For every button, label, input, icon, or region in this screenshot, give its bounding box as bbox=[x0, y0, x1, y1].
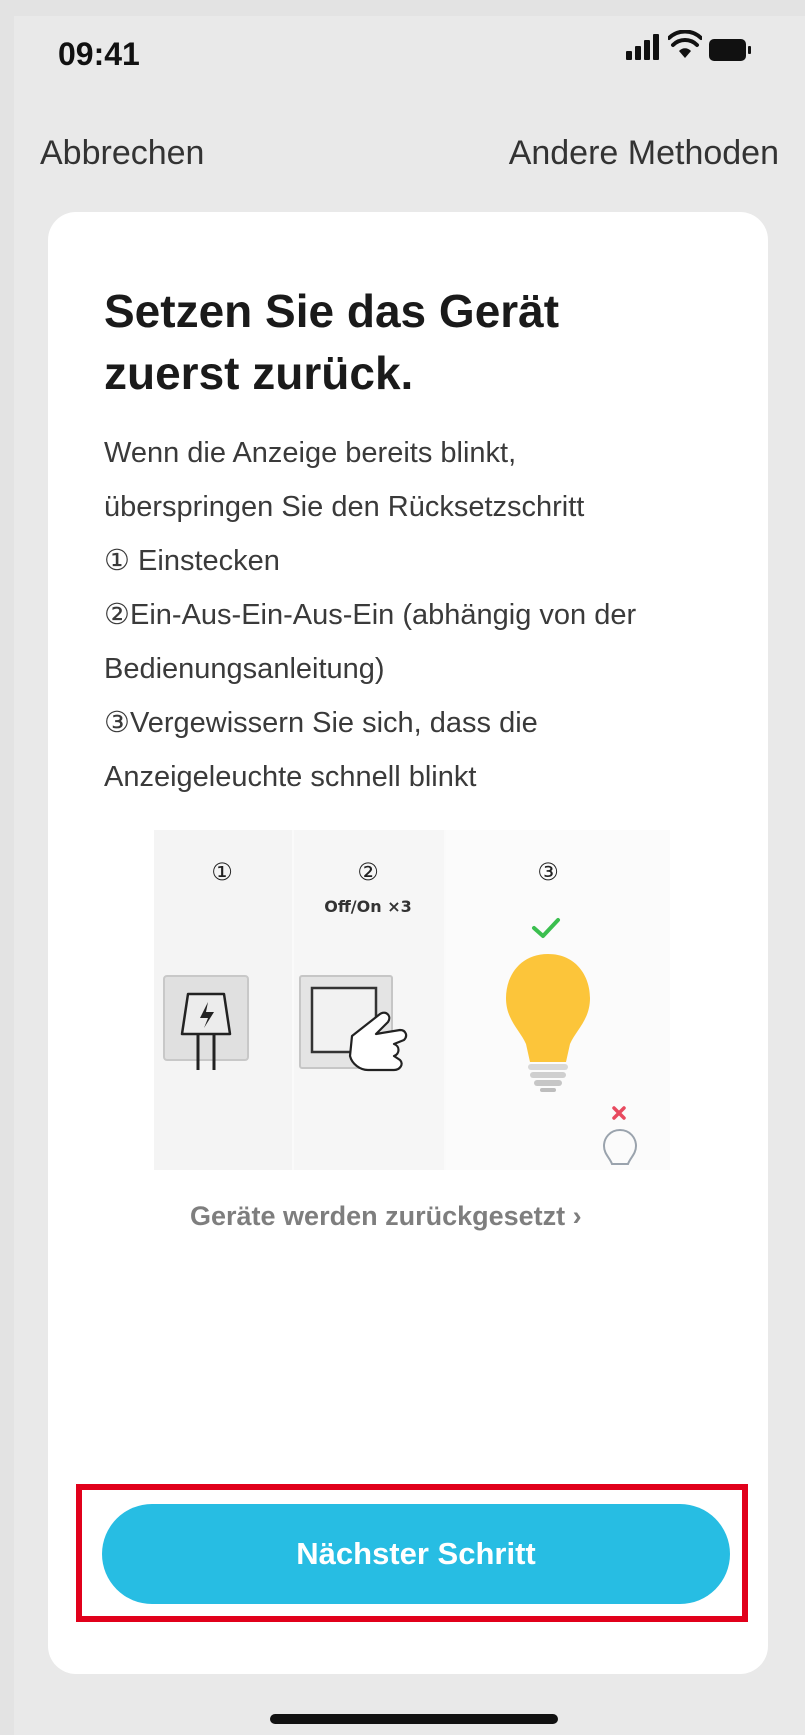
battery-icon bbox=[709, 39, 751, 61]
instruction-line: ③Vergewissern Sie sich, dass die bbox=[104, 707, 538, 739]
plug-icon bbox=[163, 975, 249, 1070]
reset-illustration: ① ② ③ Off/On ×3 bbox=[154, 830, 670, 1170]
cancel-button[interactable]: Abbrechen bbox=[40, 134, 204, 173]
instruction-line: ① Einstecken bbox=[104, 545, 280, 577]
reset-illustration-svg: ① ② ③ Off/On ×3 bbox=[154, 830, 670, 1170]
instruction-line: Wenn die Anzeige bereits blinkt, bbox=[104, 437, 517, 469]
signal-icon bbox=[626, 34, 659, 60]
step-3-number: ③ bbox=[537, 858, 559, 886]
step-1-number: ① bbox=[211, 858, 233, 886]
devices-reset-link[interactable]: Geräte werden zurückgesetzt › bbox=[190, 1201, 582, 1232]
step-2-number: ② bbox=[357, 858, 379, 886]
light-switch-icon bbox=[299, 975, 408, 1072]
wifi-icon bbox=[668, 30, 702, 58]
instruction-line: Bedienungsanleitung) bbox=[104, 653, 385, 685]
next-step-button[interactable]: Nächster Schritt bbox=[102, 1504, 730, 1604]
other-methods-button[interactable]: Andere Methoden bbox=[509, 134, 779, 173]
instruction-line: ②Ein-Aus-Ein-Aus-Ein (abhängig von der bbox=[104, 599, 637, 631]
step-2-caption: Off/On ×3 bbox=[324, 897, 412, 916]
instructions: Wenn die Anzeige bereits blinkt, überspr… bbox=[104, 426, 744, 804]
status-time: 09:41 bbox=[58, 36, 140, 72]
instruction-line: Anzeigeleuchte schnell blinkt bbox=[104, 761, 477, 793]
page-title: Setzen Sie das Gerät zuerst zurück. bbox=[104, 280, 704, 404]
instruction-line: überspringen Sie den Rücksetzschritt bbox=[104, 491, 585, 523]
title-line: Setzen Sie das Gerät bbox=[104, 285, 560, 337]
title-line: zuerst zurück. bbox=[104, 347, 414, 399]
home-indicator[interactable] bbox=[270, 1714, 558, 1724]
